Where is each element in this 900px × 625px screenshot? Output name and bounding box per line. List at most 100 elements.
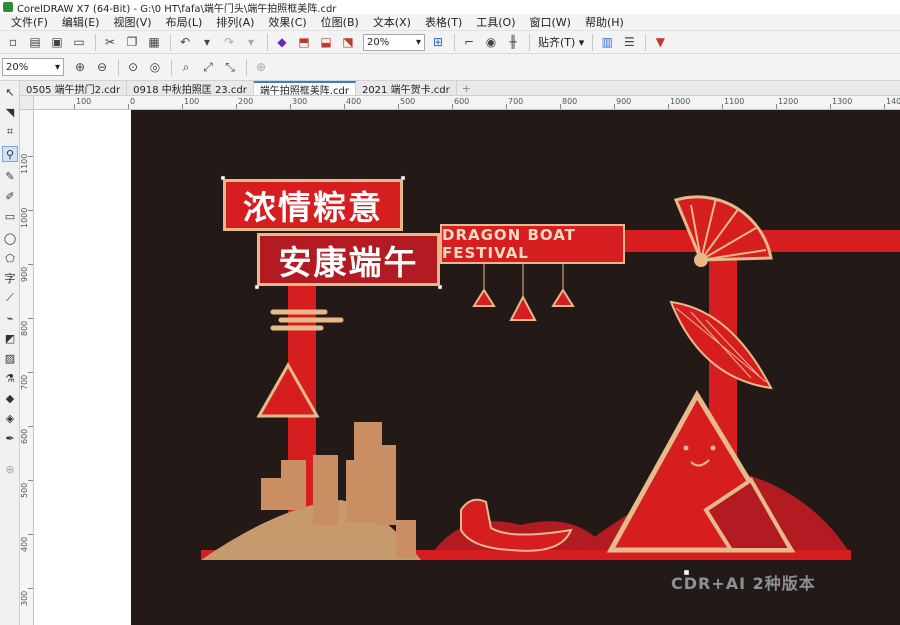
coreldraw-window: CorelDRAW X7 (64-Bit) - G:\0 HT\fafa\端午门… <box>0 0 900 625</box>
smart-fill-tool-icon[interactable]: ◈ <box>2 410 18 426</box>
full-screen-preview-icon[interactable]: ⊞ <box>428 33 448 52</box>
menu-layout[interactable]: 布局(L) <box>159 14 210 30</box>
dragon-boat-festival-banner[interactable]: DRAGON BOAT FESTIVAL <box>440 224 625 264</box>
vertical-ruler[interactable]: 1100 1000 900 800 700 600 500 400 300 <box>20 96 34 625</box>
zoom-to-page-height-icon[interactable]: ⤡ <box>220 58 240 77</box>
zoom-in-icon[interactable]: ⊕ <box>70 58 90 77</box>
menu-edit[interactable]: 编辑(E) <box>55 14 107 30</box>
artistic-media-tool-icon[interactable]: ✐ <box>2 188 18 204</box>
property-bar: 20% ▾ ⊕ ⊖ ⊙ ◎ ⌕ ⤢ ⤡ ⊕ <box>0 54 900 81</box>
zoom-tool-icon[interactable]: ⚲ <box>2 146 18 162</box>
add-tool-icon[interactable]: ⊕ <box>2 461 18 477</box>
interactive-fill-tool-icon[interactable]: ◆ <box>2 390 18 406</box>
ruler-label: 300 <box>292 97 308 106</box>
ruler-label: 700 <box>508 97 524 106</box>
menu-effects[interactable]: 效果(C) <box>261 14 313 30</box>
rectangle-tool-icon[interactable]: ▭ <box>2 208 18 224</box>
ruler-label: 1400 <box>886 97 900 106</box>
pick-tool-icon[interactable]: ↖ <box>2 84 18 100</box>
cut-icon[interactable]: ✂ <box>100 33 120 52</box>
toolbar-separator <box>454 33 455 51</box>
menu-help[interactable]: 帮助(H) <box>578 14 631 30</box>
snap-to-label: 贴齐(T) <box>538 36 576 49</box>
print-icon[interactable]: ▭ <box>69 33 89 52</box>
zoom-levels-dropdown[interactable]: 20% ▾ <box>2 58 64 76</box>
options-icon[interactable]: ☰ <box>619 33 639 52</box>
add-icon[interactable]: ⊕ <box>251 58 271 77</box>
ellipse-tool-icon[interactable]: ◯ <box>2 230 18 246</box>
cloud-decoration <box>270 309 344 331</box>
redo-dropdown-icon[interactable]: ▾ <box>241 33 261 52</box>
ruler-label: 300 <box>20 590 29 606</box>
zoom-levels-value: 20% <box>6 61 29 73</box>
import-icon[interactable]: ⬒ <box>294 33 314 52</box>
zoom-to-selected-icon[interactable]: ⊙ <box>123 58 143 77</box>
add-tab-icon[interactable]: + <box>457 81 476 95</box>
slogan-line1[interactable]: 浓情粽意 <box>223 179 403 231</box>
zoom-to-all-objects-icon[interactable]: ◎ <box>145 58 165 77</box>
publish-pdf-icon[interactable]: ⬔ <box>338 33 358 52</box>
horizontal-ruler[interactable]: 100 0 100 200 300 400 500 600 700 800 900 1000 1100 1… <box>34 96 900 110</box>
chevron-down-icon: ▾ <box>54 61 60 73</box>
hanging-zongzi <box>472 288 496 307</box>
new-document-icon[interactable]: ▫ <box>3 33 23 52</box>
parallel-dimension-tool-icon[interactable]: ⟋ <box>2 290 18 306</box>
welcome-screen-icon[interactable]: ▥ <box>597 33 617 52</box>
tab-document[interactable]: 0918 中秋拍照匡 23.cdr <box>127 81 254 96</box>
search-content-icon[interactable]: ◆ <box>272 33 292 52</box>
shape-tool-icon[interactable]: ◥ <box>2 104 18 120</box>
toolbar-separator <box>529 33 530 51</box>
drop-shadow-tool-icon[interactable]: ◩ <box>2 330 18 346</box>
polygon-tool-icon[interactable]: ⬠ <box>2 250 18 266</box>
outline-pen-icon[interactable]: ✒ <box>2 430 18 446</box>
tab-document[interactable]: 0505 端午拱门2.cdr <box>20 81 128 96</box>
menu-bitmaps[interactable]: 位图(B) <box>314 14 366 30</box>
ruler-label: 900 <box>616 97 632 106</box>
application-launcher-icon[interactable]: ▼ <box>650 33 670 52</box>
toolbar-separator <box>645 33 647 51</box>
snap-to-dropdown[interactable]: 贴齐(T) ▾ <box>534 34 588 50</box>
ruler-label: 1200 <box>778 97 799 106</box>
menu-text[interactable]: 文本(X) <box>366 14 418 30</box>
zoom-to-page-width-icon[interactable]: ⤢ <box>198 58 218 77</box>
ruler-origin[interactable] <box>20 96 34 110</box>
menu-view[interactable]: 视图(V) <box>106 14 158 30</box>
toolbar-separator <box>246 58 247 76</box>
transparency-tool-icon[interactable]: ▨ <box>2 350 18 366</box>
menu-file[interactable]: 文件(F) <box>4 14 55 30</box>
show-grid-icon[interactable]: ◉ <box>481 33 501 52</box>
undo-dropdown-icon[interactable]: ▾ <box>197 33 217 52</box>
copy-icon[interactable]: ❐ <box>122 33 142 52</box>
ruler-label: 800 <box>562 97 578 106</box>
tab-document[interactable]: 2021 端午贺卡.cdr <box>356 81 457 96</box>
slogan-line2[interactable]: 安康端午 <box>257 233 440 286</box>
undo-icon[interactable]: ↶ <box>175 33 195 52</box>
menu-arrange[interactable]: 排列(A) <box>209 14 261 30</box>
menu-table[interactable]: 表格(T) <box>418 14 469 30</box>
freehand-tool-icon[interactable]: ✎ <box>2 168 18 184</box>
zoom-level-dropdown[interactable]: 20% ▾ <box>363 33 425 51</box>
crop-tool-icon[interactable]: ⌗ <box>2 124 18 140</box>
zoom-out-icon[interactable]: ⊖ <box>92 58 112 77</box>
open-folder-icon[interactable]: ▤ <box>25 33 45 52</box>
save-icon[interactable]: ▣ <box>47 33 67 52</box>
toolbar-separator <box>170 33 171 51</box>
ruler-label: 100 <box>76 97 92 106</box>
show-rulers-icon[interactable]: ⌐ <box>459 33 479 52</box>
photo-frame-artwork[interactable]: 浓情粽意 安康端午 DRAGON BOAT FESTIVAL CDR+AI 2种… <box>131 110 900 625</box>
menu-window[interactable]: 窗口(W) <box>523 14 578 30</box>
zoom-to-page-icon[interactable]: ⌕ <box>176 58 196 77</box>
show-guidelines-icon[interactable]: ╫ <box>503 33 523 52</box>
paste-icon[interactable]: ▦ <box>144 33 164 52</box>
menu-tools[interactable]: 工具(O) <box>469 14 522 30</box>
color-eyedropper-tool-icon[interactable]: ⚗ <box>2 370 18 386</box>
ruler-label: 500 <box>20 482 29 498</box>
drawing-canvas[interactable]: 浓情粽意 安康端午 DRAGON BOAT FESTIVAL CDR+AI 2种… <box>34 110 900 625</box>
redo-icon[interactable]: ↷ <box>219 33 239 52</box>
text-tool-icon[interactable]: 字 <box>2 270 18 286</box>
ruler-label: 900 <box>20 266 29 282</box>
export-icon[interactable]: ⬓ <box>316 33 336 52</box>
connector-tool-icon[interactable]: ⌁ <box>2 310 18 326</box>
ruler-label: 100 <box>184 97 200 106</box>
tab-document-active[interactable]: 端午拍照框美阵.cdr <box>253 81 356 97</box>
